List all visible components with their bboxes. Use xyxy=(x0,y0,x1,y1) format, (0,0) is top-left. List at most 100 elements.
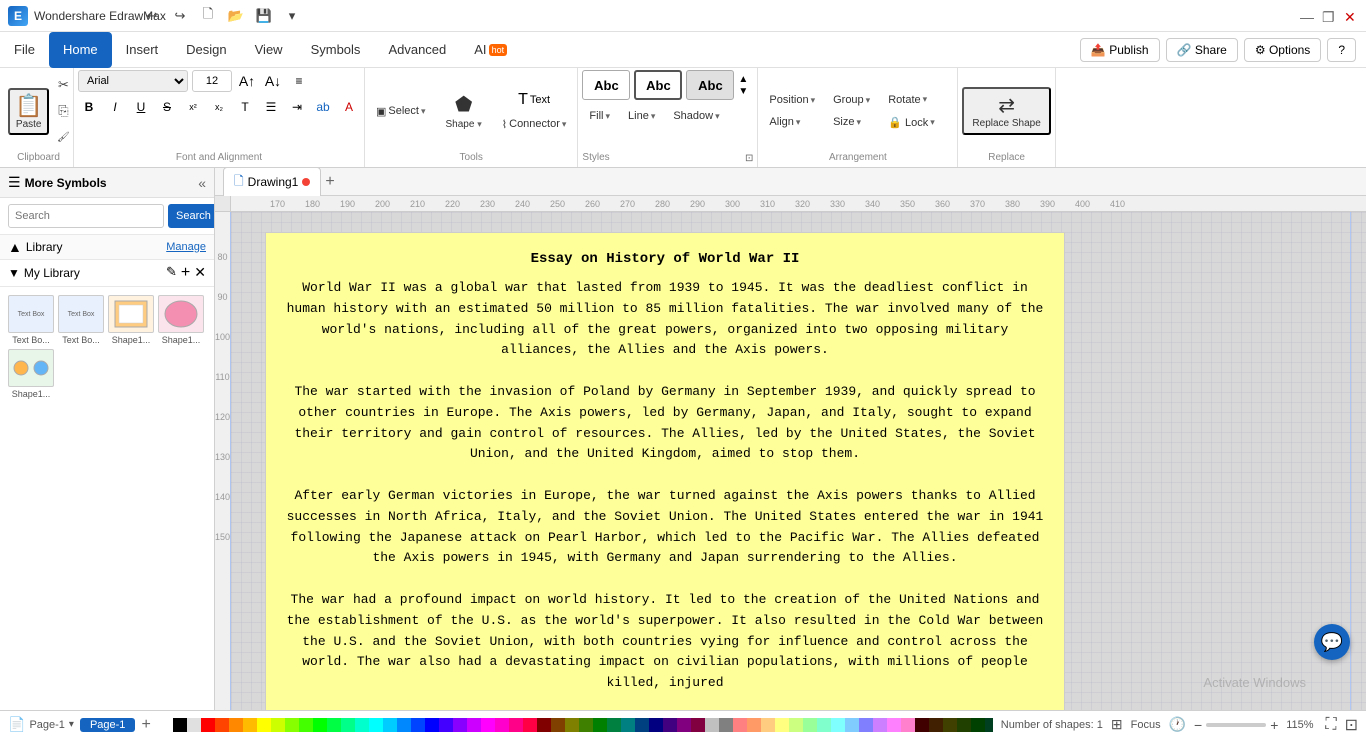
color-swatch[interactable] xyxy=(621,718,635,732)
publish-btn[interactable]: 📤 Publish xyxy=(1080,38,1160,62)
color-swatch[interactable] xyxy=(831,718,845,732)
thumbnail-3[interactable]: Shape1... xyxy=(108,295,154,345)
edit-library-icon[interactable]: ✎ xyxy=(166,264,177,282)
color-swatch[interactable] xyxy=(481,718,495,732)
menu-insert[interactable]: Insert xyxy=(112,32,173,68)
color-swatch[interactable] xyxy=(229,718,243,732)
rotate-dropdown[interactable]: Rotate ▾ xyxy=(881,90,942,110)
color-swatch[interactable] xyxy=(607,718,621,732)
zoom-in-btn[interactable]: + xyxy=(1270,717,1278,733)
text-btn[interactable]: T Text xyxy=(514,88,554,112)
select-dropdown[interactable]: ▣ Select ▾ xyxy=(369,101,433,122)
color-swatch[interactable] xyxy=(649,718,663,732)
color-swatch[interactable] xyxy=(355,718,369,732)
menu-design[interactable]: Design xyxy=(172,32,240,68)
fit-page-btn[interactable]: ⛶ xyxy=(1325,716,1336,734)
share-btn[interactable]: 🔗 Share xyxy=(1166,38,1238,62)
text-style-btn[interactable]: T xyxy=(234,96,256,118)
italic-btn[interactable]: I xyxy=(104,96,126,118)
undo-btn[interactable]: ↩ xyxy=(140,4,164,28)
color-swatch[interactable] xyxy=(971,718,985,732)
menu-advanced[interactable]: Advanced xyxy=(374,32,460,68)
color-swatch[interactable] xyxy=(257,718,271,732)
thumbnail-1[interactable]: Text Box Text Bo... xyxy=(8,295,54,345)
layers-icon[interactable]: ⊞ xyxy=(1111,716,1123,733)
bold-btn[interactable]: B xyxy=(78,96,100,118)
color-swatch[interactable] xyxy=(691,718,705,732)
add-library-icon[interactable]: + xyxy=(181,264,190,282)
color-swatch[interactable] xyxy=(887,718,901,732)
color-swatch[interactable] xyxy=(173,718,187,732)
color-swatch[interactable] xyxy=(845,718,859,732)
menu-home[interactable]: Home xyxy=(49,32,112,68)
lock-dropdown[interactable]: 🔒 Lock ▾ xyxy=(881,112,942,133)
font-color-btn[interactable]: A xyxy=(338,96,360,118)
color-swatch[interactable] xyxy=(327,718,341,732)
superscript-btn[interactable]: x² xyxy=(182,96,204,118)
line-dropdown[interactable]: Line ▾ xyxy=(621,106,662,126)
color-swatch[interactable] xyxy=(747,718,761,732)
color-swatch[interactable] xyxy=(719,718,733,732)
color-swatch[interactable] xyxy=(243,718,257,732)
zoom-out-btn[interactable]: − xyxy=(1194,717,1202,733)
color-swatch[interactable] xyxy=(985,718,993,732)
color-swatch[interactable] xyxy=(901,718,915,732)
style-box-3[interactable]: Abc xyxy=(686,70,734,100)
increase-size-btn[interactable]: A↑ xyxy=(236,70,258,92)
style-scroll[interactable]: ▲ ▼ xyxy=(738,74,748,97)
color-swatch[interactable] xyxy=(943,718,957,732)
chat-btn[interactable]: 💬 xyxy=(1314,624,1350,660)
group-dropdown[interactable]: Group ▾ xyxy=(826,90,877,110)
replace-shape-btn[interactable]: ⇄ Replace Shape xyxy=(962,87,1050,135)
color-swatch[interactable] xyxy=(635,718,649,732)
underline-btn[interactable]: U xyxy=(130,96,152,118)
color-swatch[interactable] xyxy=(593,718,607,732)
search-input[interactable] xyxy=(8,204,164,228)
menu-view[interactable]: View xyxy=(241,32,297,68)
color-swatch[interactable] xyxy=(159,718,173,732)
open-btn[interactable]: 📂 xyxy=(224,4,248,28)
paste-btn[interactable]: 📋 Paste xyxy=(8,88,49,135)
color-swatch[interactable] xyxy=(761,718,775,732)
format-copy-btn[interactable]: 🖌 xyxy=(51,125,75,149)
options-btn[interactable]: ⚙ Options xyxy=(1244,38,1321,62)
focus-label[interactable]: Focus xyxy=(1131,719,1161,731)
strikethrough-btn[interactable]: S xyxy=(156,96,178,118)
size-dropdown[interactable]: Size ▾ xyxy=(826,112,877,132)
color-swatch[interactable] xyxy=(957,718,971,732)
search-btn[interactable]: Search xyxy=(168,204,215,228)
close-btn[interactable]: ✕ xyxy=(1344,9,1358,23)
maximize-btn[interactable]: ❐ xyxy=(1322,9,1336,23)
copy-btn[interactable]: ⎘ xyxy=(51,99,75,123)
color-swatch[interactable] xyxy=(873,718,887,732)
more-btn[interactable]: ▾ xyxy=(280,4,304,28)
style-box-2[interactable]: Abc xyxy=(634,70,682,100)
color-swatch[interactable] xyxy=(775,718,789,732)
add-tab-btn[interactable]: + xyxy=(325,173,334,191)
color-swatch[interactable] xyxy=(285,718,299,732)
manage-link[interactable]: Manage xyxy=(166,241,206,253)
color-swatch[interactable] xyxy=(523,718,537,732)
color-swatch[interactable] xyxy=(397,718,411,732)
color-swatch[interactable] xyxy=(341,718,355,732)
shape-dropdown[interactable]: ⬟ Shape ▾ xyxy=(437,89,491,133)
page-tab-active[interactable]: Page-1 xyxy=(80,718,135,732)
panel-collapse-btn[interactable]: « xyxy=(198,175,206,191)
shadow-dropdown[interactable]: Shadow ▾ xyxy=(666,106,726,126)
color-swatch[interactable] xyxy=(201,718,215,732)
align-dropdown[interactable]: Align ▾ xyxy=(762,112,822,132)
color-swatch[interactable] xyxy=(383,718,397,732)
position-dropdown[interactable]: Position ▾ xyxy=(762,90,822,110)
color-swatch[interactable] xyxy=(299,718,313,732)
align-btn[interactable]: ≡ xyxy=(288,70,310,92)
menu-ai[interactable]: AIhot xyxy=(460,32,521,68)
subscript-btn[interactable]: x₂ xyxy=(208,96,230,118)
styles-expand[interactable]: ⊡ xyxy=(745,153,753,164)
color-swatch[interactable] xyxy=(509,718,523,732)
color-swatch[interactable] xyxy=(803,718,817,732)
redo-btn[interactable]: ↪ xyxy=(168,4,192,28)
font-family-select[interactable]: Arial xyxy=(78,70,188,92)
connector-dropdown[interactable]: ⌇ Connector ▾ xyxy=(495,114,574,135)
color-swatch[interactable] xyxy=(817,718,831,732)
color-swatch[interactable] xyxy=(733,718,747,732)
